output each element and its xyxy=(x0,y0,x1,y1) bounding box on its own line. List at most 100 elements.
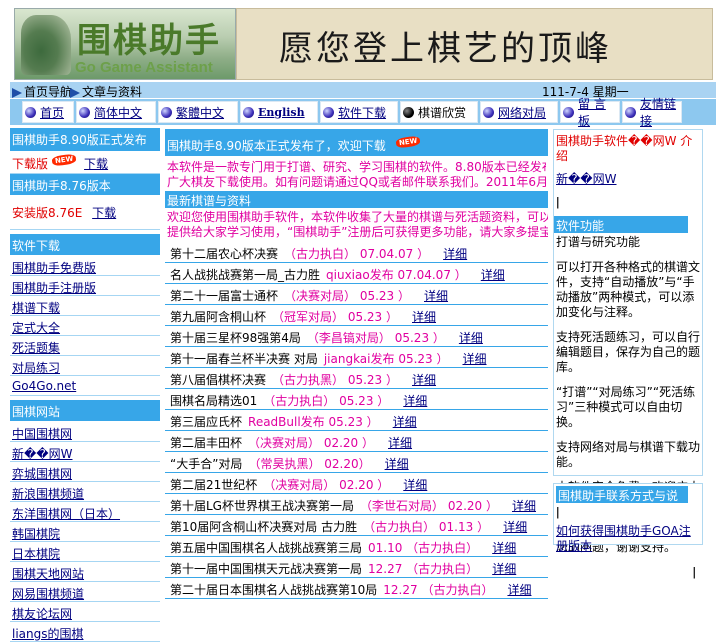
news-meta: jiangkai发布 05.23 ） xyxy=(323,352,449,366)
news-title: 第二十一届富士通杯 xyxy=(170,289,279,303)
new-badge-icon: NEW xyxy=(51,153,77,167)
news-meta: （常昊执黑） 02.20） xyxy=(248,457,371,471)
news-detail-link[interactable]: 详细 xyxy=(412,373,436,387)
software-list-item: 围棋助手注册版 xyxy=(10,276,160,296)
site-link[interactable]: 棋友论坛网 xyxy=(12,607,72,621)
nav-item-guestbook[interactable]: 留 言 板 xyxy=(560,97,620,128)
nav-link[interactable]: 网络对局 xyxy=(498,104,546,121)
site-link[interactable]: 弈城围棋网 xyxy=(12,467,72,481)
go-stone-icon xyxy=(563,106,574,118)
news-detail-link[interactable]: 详细 xyxy=(412,310,436,324)
site-list-item: 韩国棋院 xyxy=(10,522,160,542)
news-title: 第十届三星杯98强第4局 xyxy=(170,331,301,345)
nav-item-download[interactable]: 软件下载 xyxy=(320,101,398,123)
section-intro-line: 欢迎您使用围棋助手软件，本软件收集了大量的棋谱与死活题资料，可以帮助您提高棋艺。… xyxy=(167,210,548,224)
news-row: 第十一届中国围棋天元战决赛第一局 12.27 （古力执白） 详细 xyxy=(165,557,548,578)
news-detail-link[interactable]: 详细 xyxy=(393,415,417,429)
news-detail-link[interactable]: 详细 xyxy=(443,247,467,261)
features-box: 围棋助手软件��网W 介绍 新��网W ǀ 软件功能 打谱与研究功能 可以打开各种… xyxy=(553,129,703,579)
nav-item-online[interactable]: 网络对局 xyxy=(480,101,558,123)
site-link[interactable]: 韩国棋院 xyxy=(12,527,60,541)
news-row: 第八届倡棋杯决赛 （古力执黑） 05.23 ） 详细 xyxy=(165,368,548,389)
site-link[interactable]: 日本棋院 xyxy=(12,547,60,561)
nav-link-current: 棋谱欣赏 xyxy=(418,105,467,120)
site-link[interactable]: 中国围棋网 xyxy=(12,427,72,441)
mountain-image xyxy=(21,15,71,75)
site-link[interactable]: 新��网W xyxy=(12,447,72,461)
news-meta: 12.27 （古力执白） xyxy=(383,583,494,597)
headline-text: 围棋助手8.90版本正式发布了，欢迎下载 xyxy=(167,139,386,153)
nav-link[interactable]: 简体中文 xyxy=(94,104,142,121)
news-detail-link[interactable]: 详细 xyxy=(385,457,409,471)
site-list-item: 围棋天地网站 xyxy=(10,562,160,582)
site-link[interactable]: liangs的围棋 xyxy=(12,627,84,641)
news-detail-link[interactable]: 详细 xyxy=(492,562,516,576)
news-row: 第二届21世纪杯 （决赛对局） 02.20 ） 详细 xyxy=(165,473,548,494)
install-download-link[interactable]: 下载 xyxy=(92,206,116,220)
news-detail-link[interactable]: 详细 xyxy=(403,478,427,492)
news-meta: （李世石对局） 02.20 ） xyxy=(360,499,498,513)
news-detail-link[interactable]: 详细 xyxy=(503,520,527,534)
software-link[interactable]: Go4Go.net xyxy=(12,379,76,393)
news-detail-link[interactable]: 详细 xyxy=(403,394,427,408)
nav-item-simplified[interactable]: 简体中文 xyxy=(76,101,156,123)
contact-box: 围棋助手联系方式与说明 ǀ 如何获得围棋助手GOA注册版本 xyxy=(553,483,703,553)
nav-link[interactable]: English xyxy=(258,106,305,119)
news-meta: （决赛对局） 02.20 ） xyxy=(248,436,374,450)
nav-item-games[interactable]: 棋谱欣赏 xyxy=(400,101,478,123)
site-link[interactable]: 围棋天地网站 xyxy=(12,567,84,581)
nav-item-home[interactable]: 首页 xyxy=(22,101,74,123)
news-detail-link[interactable]: 详细 xyxy=(512,499,536,513)
news-meta: （决赛对局） 02.20 ） xyxy=(263,478,390,492)
nav-link[interactable]: 繁體中文 xyxy=(176,104,224,121)
nav-link[interactable]: 软件下载 xyxy=(338,104,386,121)
feature-paragraph: 支持网络对局与棋谱下载功能。 xyxy=(556,440,701,469)
install-row: 安装版8.76E 下载 xyxy=(10,196,160,230)
news-detail-link[interactable]: 详细 xyxy=(462,352,486,366)
intro-link[interactable]: 围棋助手软件��网W 介绍 xyxy=(556,134,692,163)
software-link[interactable]: 围棋助手注册版 xyxy=(12,281,96,295)
go-stone-icon xyxy=(25,106,36,118)
software-link[interactable]: 死活题集 xyxy=(12,341,60,355)
nav-item-links[interactable]: 友情链接 xyxy=(622,97,682,128)
topbar-item-home[interactable]: 首页导航 xyxy=(12,83,72,100)
version-header: 围棋助手8.76版本 xyxy=(10,174,160,196)
topbar-item-articles[interactable]: 文章与资料 xyxy=(70,83,142,100)
news-row: 第十届三星杯98强第4局 （李昌镐对局） 05.23 ） 详细 xyxy=(165,326,548,347)
nav-item-english[interactable]: English xyxy=(240,101,318,123)
news-detail-link[interactable]: 详细 xyxy=(481,268,505,282)
site-link[interactable]: 新浪围棋频道 xyxy=(12,487,84,501)
news-title: 第二十届日本围棋名人战挑战赛第10局 xyxy=(170,583,378,597)
news-detail-link[interactable]: 详细 xyxy=(388,436,412,450)
xinlang-link[interactable]: 新��网W xyxy=(556,172,616,186)
news-row: 围棋名局精选01 （古力执白） 05.23 ） 详细 xyxy=(165,389,548,410)
software-list-item: 围棋助手免费版 xyxy=(10,256,160,276)
placeholder-glyph: ǀ xyxy=(556,195,560,209)
software-link[interactable]: 定式大全 xyxy=(12,321,60,335)
triangle-icon xyxy=(70,87,80,98)
nav-link[interactable]: 首页 xyxy=(40,104,64,121)
register-link[interactable]: 如何获得围棋助手GOA注册版本 xyxy=(556,524,691,553)
black-stone-icon xyxy=(403,106,414,118)
news-row: 第十一届春兰杯半决赛 对局 jiangkai发布 05.23 ） 详细 xyxy=(165,347,548,368)
nav-item-traditional[interactable]: 繁體中文 xyxy=(158,101,238,123)
news-detail-link[interactable]: 详细 xyxy=(507,583,531,597)
site-link[interactable]: 网易围棋频道 xyxy=(12,587,84,601)
news-title: 第十届LG杯世界棋王战决赛第一局 xyxy=(170,499,354,513)
install-label: 安装版8.76E xyxy=(12,206,83,220)
release-header: 围棋助手8.90版正式发布 xyxy=(10,128,160,152)
site-list-item: 新��网W xyxy=(10,442,160,462)
news-detail-link[interactable]: 详细 xyxy=(424,289,448,303)
nav-link[interactable]: 留 言 板 xyxy=(578,95,619,129)
software-link[interactable]: 棋谱下载 xyxy=(12,301,60,315)
go-stone-icon xyxy=(243,106,254,118)
download-link[interactable]: 下载 xyxy=(84,157,108,171)
software-link[interactable]: 对局练习 xyxy=(12,361,60,375)
nav-link[interactable]: 友情链接 xyxy=(640,95,681,129)
software-link[interactable]: 围棋助手免费版 xyxy=(12,261,96,275)
news-title: 第十一届春兰杯半决赛 对局 xyxy=(170,352,318,366)
feature-paragraph: 可以打开各种格式的棋谱文件，支持“自动播放”与“手动播放”两种模式，可以添加变化… xyxy=(556,260,701,319)
news-detail-link[interactable]: 详细 xyxy=(459,331,483,345)
site-link[interactable]: 东洋围棋网（日本） xyxy=(12,507,120,521)
news-detail-link[interactable]: 详细 xyxy=(492,541,516,555)
